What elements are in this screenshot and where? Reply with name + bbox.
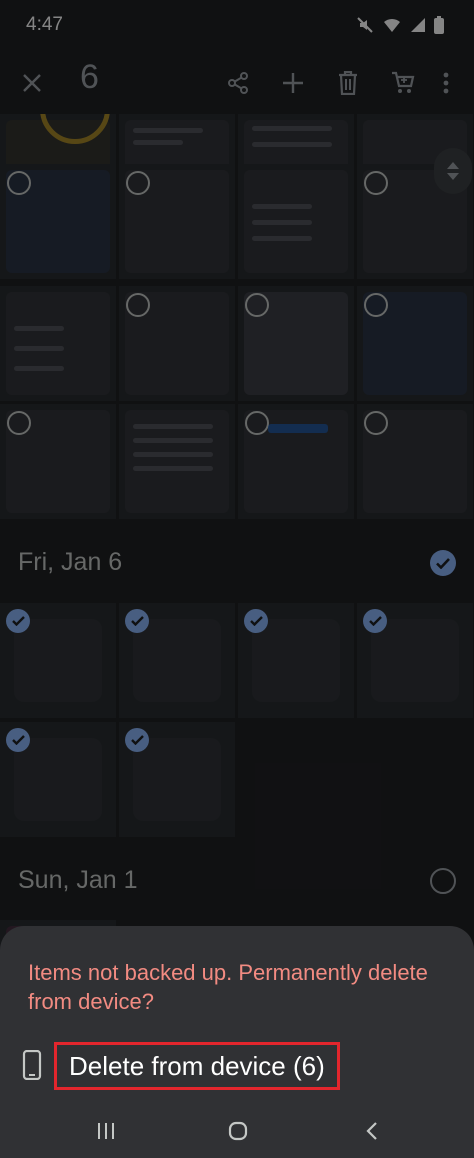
mute-icon [356, 16, 374, 34]
photo-tile-selected[interactable] [0, 603, 116, 718]
fast-scroll-thumb[interactable] [434, 148, 472, 194]
select-circle[interactable] [364, 411, 388, 435]
select-circle[interactable] [126, 293, 150, 317]
photo-tile[interactable] [0, 286, 116, 401]
delete-from-device-button[interactable]: Delete from device (6) [54, 1042, 340, 1090]
status-time: 4:47 [26, 14, 63, 35]
select-circle[interactable] [7, 171, 31, 195]
selected-check[interactable] [363, 609, 387, 633]
checkmark-icon [130, 616, 144, 626]
delete-icon [339, 71, 357, 95]
order-prints-button[interactable] [381, 61, 425, 105]
selected-check[interactable] [125, 728, 149, 752]
add-button[interactable] [271, 61, 315, 105]
photo-tile-selected[interactable] [238, 603, 354, 718]
photo-tile-selected[interactable] [119, 603, 235, 718]
section-select-checkbox[interactable] [430, 868, 456, 894]
delete-bottom-sheet: Items not backed up. Permanently delete … [0, 926, 474, 1104]
select-circle[interactable] [126, 171, 150, 195]
signal-icon [410, 17, 426, 33]
selected-check[interactable] [6, 609, 30, 633]
select-circle[interactable] [364, 171, 388, 195]
recent-apps-icon [98, 1123, 114, 1139]
photo-tile[interactable] [238, 404, 354, 519]
add-icon [283, 73, 303, 93]
section-date-header: Fri, Jan 6 [18, 548, 123, 576]
select-circle[interactable] [245, 293, 269, 317]
delete-button[interactable] [326, 61, 370, 105]
checkmark-icon [11, 616, 25, 626]
recent-apps-button[interactable] [84, 1114, 128, 1148]
wifi-icon [382, 16, 402, 34]
select-circle[interactable] [7, 411, 31, 435]
photo-tile[interactable] [0, 404, 116, 519]
checkmark-icon [11, 735, 25, 745]
shopping-cart-icon [392, 71, 415, 93]
share-button[interactable] [216, 61, 260, 105]
selected-check[interactable] [6, 728, 30, 752]
sheet-message: Items not backed up. Permanently delete … [28, 960, 428, 1014]
scroll-down-arrow-icon [447, 173, 459, 180]
back-button[interactable] [350, 1114, 394, 1148]
checkmark-icon [249, 616, 263, 626]
photo-tile[interactable] [238, 164, 354, 279]
more-options-button[interactable] [428, 61, 464, 105]
photo-tile[interactable] [119, 404, 235, 519]
select-circle[interactable] [245, 411, 269, 435]
photo-tile[interactable] [238, 286, 354, 401]
home-button[interactable] [216, 1114, 260, 1148]
photo-tile-selected[interactable] [119, 722, 235, 837]
photo-tile[interactable] [119, 286, 235, 401]
photo-tile-selected[interactable] [0, 722, 116, 837]
phone-icon [22, 1049, 42, 1085]
photo-tile[interactable] [357, 286, 473, 401]
photo-tile-selected[interactable] [357, 603, 473, 718]
selection-app-bar: 6 [0, 52, 474, 114]
selected-check[interactable] [244, 609, 268, 633]
back-icon [366, 1122, 377, 1140]
delete-from-device-row[interactable]: Delete from device (6) [0, 1036, 474, 1096]
checkmark-icon [436, 557, 450, 569]
photo-tile[interactable] [119, 164, 235, 279]
close-icon [23, 74, 41, 92]
checkmark-icon [368, 616, 382, 626]
select-circle[interactable] [364, 293, 388, 317]
scroll-up-arrow-icon [447, 162, 459, 169]
more-vert-icon [443, 72, 449, 94]
share-icon [228, 72, 248, 94]
home-icon [228, 1121, 248, 1141]
system-nav-bar [0, 1104, 474, 1158]
selected-check[interactable] [125, 609, 149, 633]
battery-icon [434, 16, 444, 34]
section-select-checkbox[interactable] [430, 550, 456, 576]
status-bar: 4:47 [0, 0, 474, 52]
photo-tile[interactable] [0, 164, 116, 279]
photo-tile[interactable] [357, 404, 473, 519]
close-selection-button[interactable] [10, 61, 54, 105]
status-icons [356, 14, 444, 36]
checkmark-icon [130, 735, 144, 745]
section-date-header: Sun, Jan 1 [18, 866, 138, 894]
selected-count: 6 [80, 58, 99, 96]
